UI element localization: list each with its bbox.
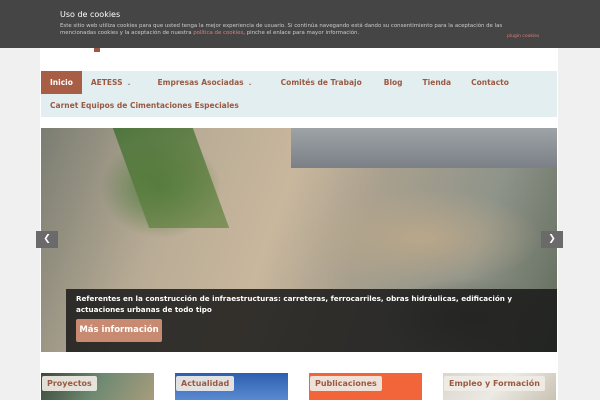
- plugin-cookies-link[interactable]: plugin cookies: [507, 34, 539, 39]
- slide-caption-text: Referentes en la construcción de infraes…: [76, 294, 513, 314]
- slider-next-button[interactable]: ❯: [541, 231, 563, 248]
- cookie-banner: Uso de cookies Este sitio web utiliza co…: [0, 0, 600, 48]
- main-nav: Inicio AETESS ⌄ Empresas Asociadas ⌄ Comit…: [41, 71, 557, 117]
- cookie-text-end: , pinche el enlace para mayor informació…: [243, 30, 360, 36]
- more-info-button[interactable]: Más información: [76, 319, 162, 342]
- slider-prev-button[interactable]: ❮: [36, 231, 58, 248]
- chevron-down-icon: ⌄: [126, 80, 132, 87]
- chevron-down-icon: ⌄: [247, 80, 253, 87]
- slide-image-trees: [112, 128, 230, 228]
- nav-item-empresas-asociadas[interactable]: Empresas Asociadas ⌄: [149, 71, 262, 94]
- nav-item-comites[interactable]: Comités de Trabajo: [272, 71, 371, 94]
- cookie-policy-link[interactable]: política de cookies: [193, 30, 243, 36]
- nav-item-carnet[interactable]: Carnet Equipos de Cimentaciones Especial…: [41, 94, 248, 117]
- cookie-text: Este sitio web utiliza cookies para que …: [60, 23, 520, 37]
- nav-item-tienda[interactable]: Tienda: [414, 71, 461, 94]
- tile-label: Empleo y Formación: [444, 376, 545, 391]
- nav-item-contacto[interactable]: Contacto: [462, 71, 518, 94]
- tile-label: Actualidad: [176, 376, 235, 391]
- tile-publicaciones[interactable]: Publicaciones: [309, 373, 422, 400]
- tile-label: Publicaciones: [310, 376, 382, 391]
- tile-empleo-formacion[interactable]: Empleo y Formación: [443, 373, 556, 400]
- nav-item-inicio[interactable]: Inicio: [41, 71, 82, 94]
- hero-slider[interactable]: Referentes en la construcción de infraes…: [41, 128, 557, 352]
- nav-label: AETESS: [90, 78, 123, 87]
- nav-item-blog[interactable]: Blog: [375, 71, 412, 94]
- tile-proyectos[interactable]: Proyectos: [41, 373, 154, 400]
- slide-caption: Referentes en la construcción de infraes…: [66, 289, 557, 352]
- tile-label: Proyectos: [42, 376, 97, 391]
- slide-image-road: [291, 128, 557, 168]
- nav-label: Empresas Asociadas: [157, 78, 244, 87]
- nav-item-aetess[interactable]: AETESS ⌄: [82, 71, 141, 94]
- tile-actualidad[interactable]: Actualidad: [175, 373, 288, 400]
- cookie-title: Uso de cookies: [60, 10, 121, 19]
